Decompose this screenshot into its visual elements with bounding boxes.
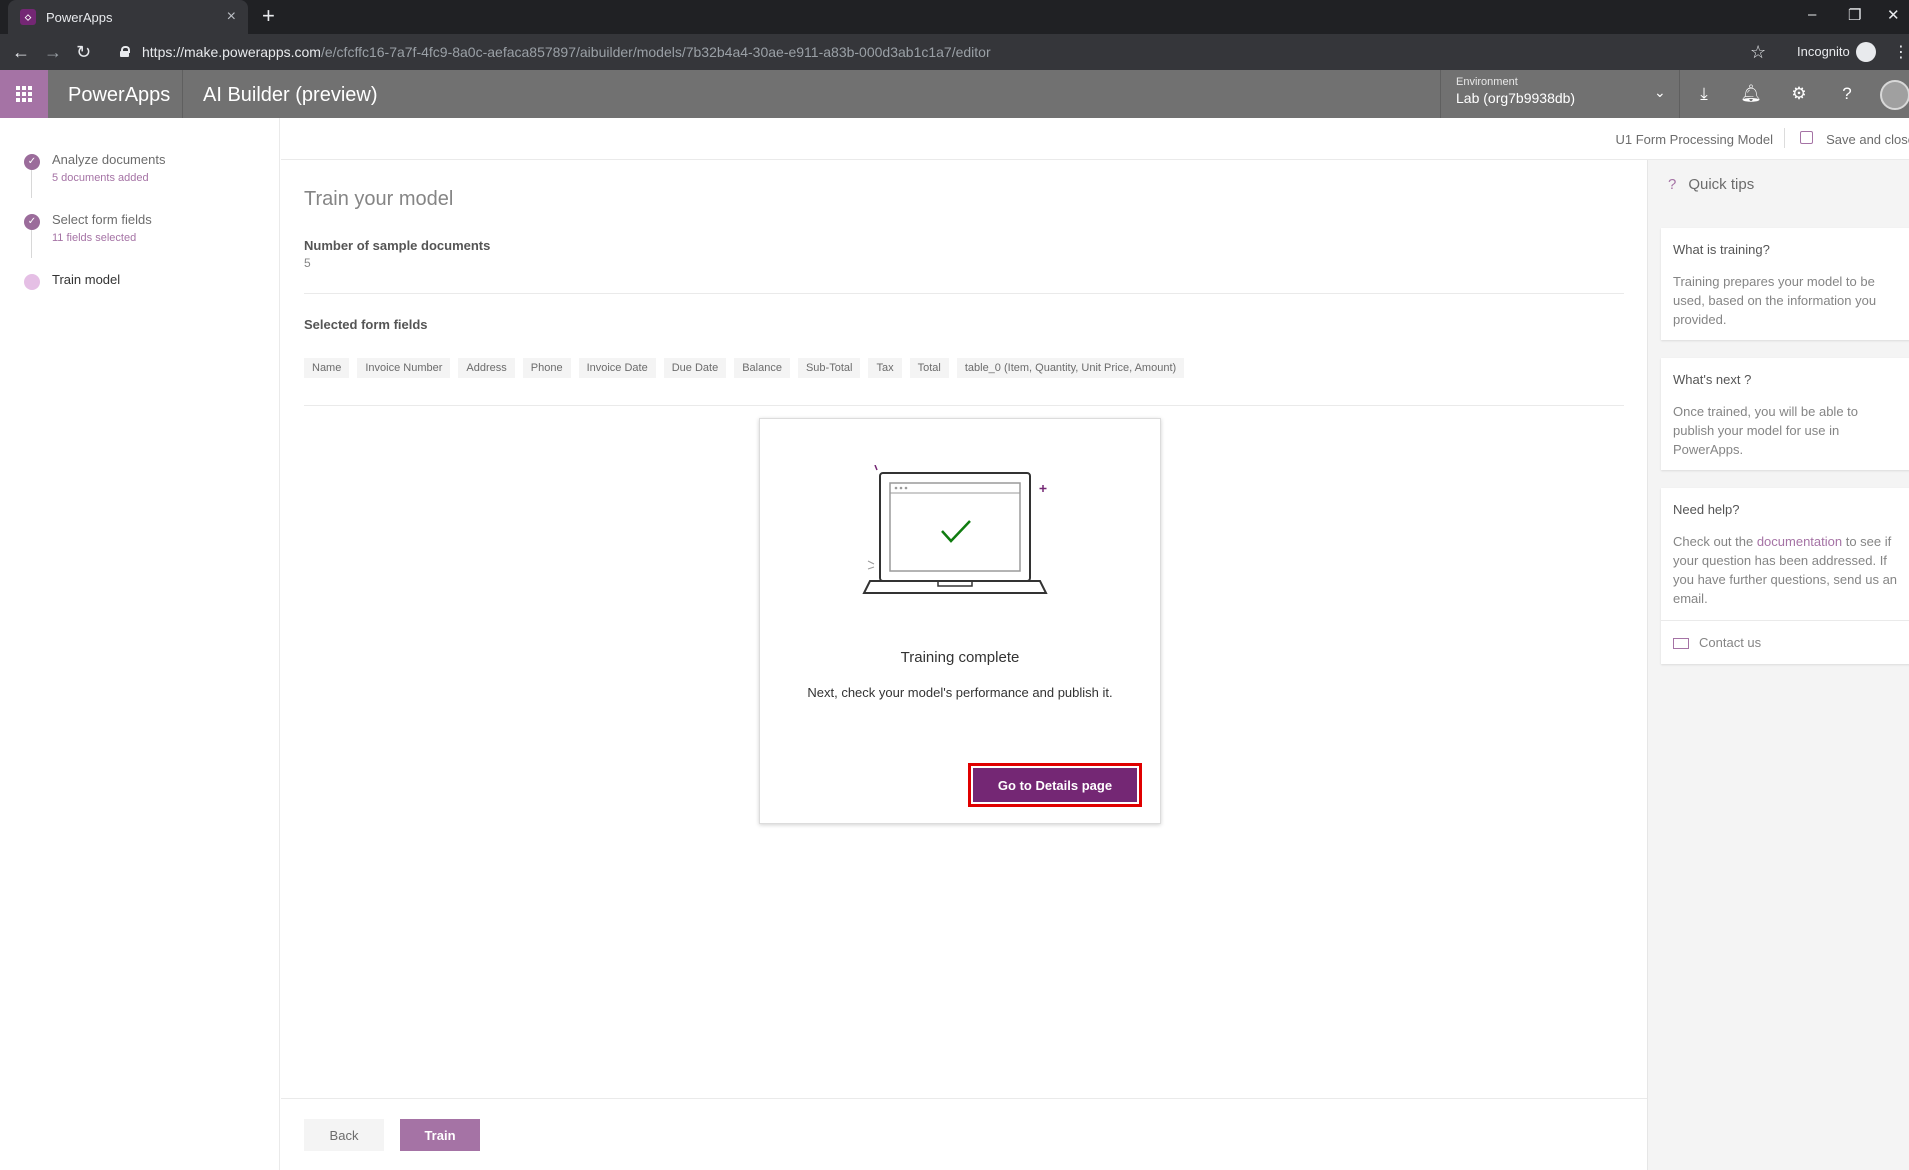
bell-icon[interactable]: 🔔︎ [1739,84,1763,104]
browser-menu-icon[interactable]: ⋮ [1893,42,1909,62]
app-header: PowerApps AI Builder (preview) Environme… [0,70,1909,118]
tip-text-part: Check out the [1673,534,1757,549]
field-chip: Tax [868,358,902,378]
browser-tab[interactable]: ⬦ PowerApps × [8,0,248,34]
restore-icon[interactable]: ❐ [1848,6,1861,24]
field-chip: Address [458,358,515,378]
model-name: U1 Form Processing Model [1615,132,1774,147]
documentation-link[interactable]: documentation [1757,534,1842,549]
field-chip: Sub-Total [797,358,861,378]
minimize-icon[interactable]: – [1808,6,1816,23]
tip-text: Once trained, you will be able to publis… [1673,404,1858,457]
tip-card-next: What's next ? Once trained, you will be … [1661,358,1909,470]
contact-us-link[interactable]: Contact us [1699,635,1761,650]
environment-label: Environment [1456,76,1518,88]
incognito-label: Incognito [1797,44,1850,59]
powerapps-favicon-icon: ⬦ [20,9,36,25]
current-step-dot-icon [24,274,40,290]
field-chip: Phone [522,358,571,378]
model-toolbar: U1 Form Processing Model Save and close [281,118,1909,160]
fields-label: Selected form fields [304,317,428,332]
field-chip: Balance [734,358,790,378]
environment-picker[interactable]: Environment Lab (org7b9938db) [1456,76,1575,106]
card-title: Training complete [900,649,1020,666]
wizard-steps: ✓ Analyze documents 5 documents added ✓ … [0,118,280,1170]
field-chip: Total [909,358,949,378]
header-divider [182,70,183,118]
gear-icon[interactable]: ⚙ [1787,84,1811,104]
card-subtitle: Next, check your model's performance and… [807,685,1113,700]
browser-address-bar: ← → ↻ https://make.powerapps.com/e/cfcff… [0,34,1909,70]
quick-tips-panel: ? Quick tips What is training? Training p… [1647,160,1909,1170]
browser-tabbar: ⬦ PowerApps × + – ❐ ✕ [0,0,1909,34]
tip-text: Check out the documentation to see if yo… [1673,532,1901,608]
num-docs-value: 5 [304,256,311,270]
app-subtitle: AI Builder (preview) [203,84,378,106]
back-button[interactable]: Back [304,1119,384,1151]
train-button[interactable]: Train [400,1119,480,1151]
download-icon[interactable]: ⤓ [1692,84,1716,104]
tip-title: What is training? [1673,242,1770,257]
avatar[interactable] [1880,80,1909,110]
url-host: https://make.powerapps.com [142,44,321,60]
field-chip: Name [304,358,350,378]
field-chip: Due Date [663,358,727,378]
incognito-icon [1856,42,1876,62]
training-complete-card: Training complete Next, check your model… [759,418,1161,824]
mail-icon [1673,638,1689,649]
app-launcher-button[interactable] [0,70,48,118]
toolbar-divider [1784,128,1785,148]
tip-title: Need help? [1673,502,1740,517]
step-subtitle: 11 fields selected [52,232,137,244]
environment-value: Lab (org7b9938db) [1456,90,1576,106]
tip-title: What's next ? [1673,372,1752,387]
tip-text: Training prepares your model to be used,… [1673,274,1877,327]
save-and-close-button[interactable]: Save and close [1826,132,1909,147]
lock-icon [120,46,130,57]
app-name[interactable]: PowerApps [68,84,170,107]
field-chips: Name Invoice Number Address Phone Invoic… [304,358,1185,378]
url-field[interactable]: https://make.powerapps.com/e/cfcffc16-7a… [142,44,991,60]
back-arrow-icon[interactable]: ← [12,42,30,62]
waffle-icon [16,86,32,102]
tip-card-training: What is training? Training prepares your… [1661,228,1909,340]
header-divider [1440,70,1441,118]
step-subtitle: 5 documents added [52,172,149,184]
field-chip: table_0 (Item, Quantity, Unit Price, Amo… [956,358,1185,378]
footer-divider [281,1098,1647,1099]
question-icon: ? [1668,176,1677,193]
field-chip: Invoice Number [357,358,451,378]
help-icon[interactable]: ? [1835,84,1859,104]
step-title: Analyze documents [52,152,166,167]
go-to-details-button[interactable]: Go to Details page [973,768,1137,802]
forward-arrow-icon[interactable]: → [44,42,62,62]
quick-tips-heading: ? Quick tips [1668,176,1754,193]
new-tab-button[interactable]: + [262,5,275,27]
page-title: Train your model [304,188,454,210]
divider [304,405,1624,406]
header-divider [1679,70,1680,118]
tab-close-icon[interactable]: × [227,8,236,26]
chevron-down-icon[interactable]: ⌄ [1654,84,1666,101]
url-path: /e/cfcffc16-7a7f-4fc9-8a0c-aefaca857897/… [320,44,991,60]
step-title: Select form fields [52,212,152,227]
tab-title: PowerApps [46,9,113,25]
window-close-icon[interactable]: ✕ [1887,6,1900,24]
reload-icon[interactable]: ↻ [76,42,91,62]
step-title: Train model [52,272,121,287]
check-icon: ✓ [24,154,40,170]
quick-tips-title: Quick tips [1688,176,1755,193]
bookmark-star-icon[interactable]: ☆ [1750,42,1766,63]
check-icon: ✓ [24,214,40,230]
laptop-check-icon [862,465,1048,594]
num-docs-label: Number of sample documents [304,238,491,253]
field-chip: Invoice Date [578,358,656,378]
divider [304,293,1624,294]
divider [1661,620,1909,621]
tip-card-help: Need help? Check out the documentation t… [1661,488,1909,664]
main-content: Train your model Number of sample docume… [281,160,1647,1170]
save-icon[interactable] [1800,131,1813,144]
